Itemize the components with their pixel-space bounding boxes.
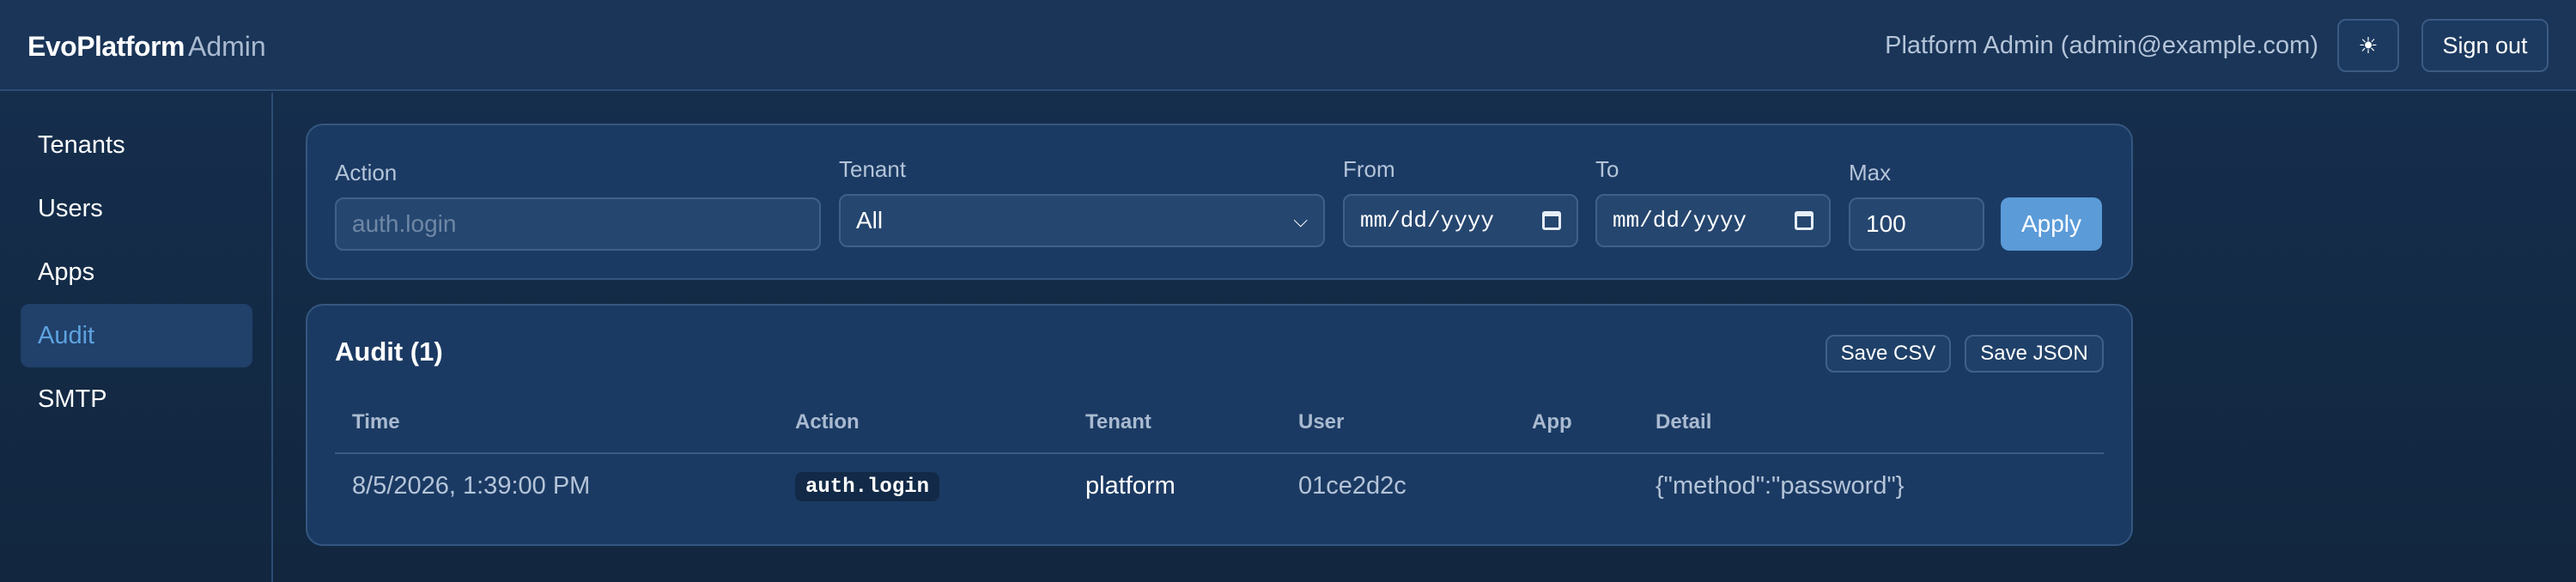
top-bar: EvoPlatform Admin Platform Admin (admin@e… bbox=[0, 0, 2576, 91]
to-date-value: mm/dd/yyyy bbox=[1613, 208, 1747, 233]
tenant-filter-label: Tenant bbox=[839, 156, 907, 182]
sidebar-item-users[interactable]: Users bbox=[21, 177, 252, 240]
sidebar-item-apps[interactable]: Apps bbox=[21, 240, 252, 304]
max-label: Max bbox=[1849, 160, 1892, 185]
cell-user: 01ce2d2c bbox=[1298, 472, 1406, 500]
brand-name: EvoPlatform bbox=[27, 31, 185, 62]
action-filter-input[interactable]: auth.login bbox=[335, 197, 821, 251]
from-date-input[interactable]: mm/dd/yyyy bbox=[1343, 194, 1578, 247]
from-date-label: From bbox=[1343, 156, 1395, 182]
sidebar-item-smtp[interactable]: SMTP bbox=[21, 367, 252, 431]
from-date-value: mm/dd/yyyy bbox=[1360, 208, 1495, 233]
current-user-label: Platform Admin (admin@example.com) bbox=[1885, 32, 2318, 59]
save-json-button[interactable]: Save JSON bbox=[1965, 335, 2104, 373]
cell-action: auth.login bbox=[795, 472, 940, 501]
cell-detail: {"method":"password"} bbox=[1656, 472, 1905, 500]
audit-title: Audit (1) bbox=[335, 336, 443, 367]
action-filter-label: Action bbox=[335, 160, 398, 185]
sun-icon: ☀ bbox=[2358, 32, 2379, 58]
calendar-icon[interactable] bbox=[1795, 211, 1814, 230]
column-header-app[interactable]: App bbox=[1532, 410, 1572, 434]
column-header-tenant[interactable]: Tenant bbox=[1085, 410, 1151, 434]
sidebar-item-audit[interactable]: Audit bbox=[21, 304, 252, 367]
column-header-time[interactable]: Time bbox=[352, 410, 400, 434]
column-header-action[interactable]: Action bbox=[795, 410, 860, 434]
to-date-label: To bbox=[1595, 156, 1619, 182]
tenant-filter-select[interactable]: All ⌵ bbox=[839, 194, 1325, 247]
apply-button[interactable]: Apply bbox=[2001, 197, 2102, 251]
chevron-down-icon: ⌵ bbox=[1293, 209, 1308, 231]
table-divider bbox=[335, 452, 2104, 454]
to-date-input[interactable]: mm/dd/yyyy bbox=[1595, 194, 1831, 247]
sidebar: Tenants Users Apps Audit SMTP bbox=[0, 93, 273, 582]
calendar-icon[interactable] bbox=[1542, 211, 1561, 230]
cell-time: 8/5/2026, 1:39:00 PM bbox=[352, 472, 591, 500]
brand-subtitle: Admin bbox=[187, 31, 266, 62]
save-csv-button[interactable]: Save CSV bbox=[1826, 335, 1951, 373]
sidebar-item-tenants[interactable]: Tenants bbox=[21, 113, 252, 177]
column-header-user[interactable]: User bbox=[1298, 410, 1344, 434]
app-logo[interactable]: EvoPlatform Admin bbox=[27, 29, 266, 64]
theme-toggle-button[interactable]: ☀ bbox=[2337, 19, 2399, 72]
cell-tenant: platform bbox=[1085, 472, 1176, 500]
column-header-detail[interactable]: Detail bbox=[1656, 410, 1711, 434]
max-input[interactable]: 100 bbox=[1849, 197, 1984, 251]
tenant-filter-value: All bbox=[856, 207, 884, 233]
sign-out-button[interactable]: Sign out bbox=[2421, 19, 2549, 72]
